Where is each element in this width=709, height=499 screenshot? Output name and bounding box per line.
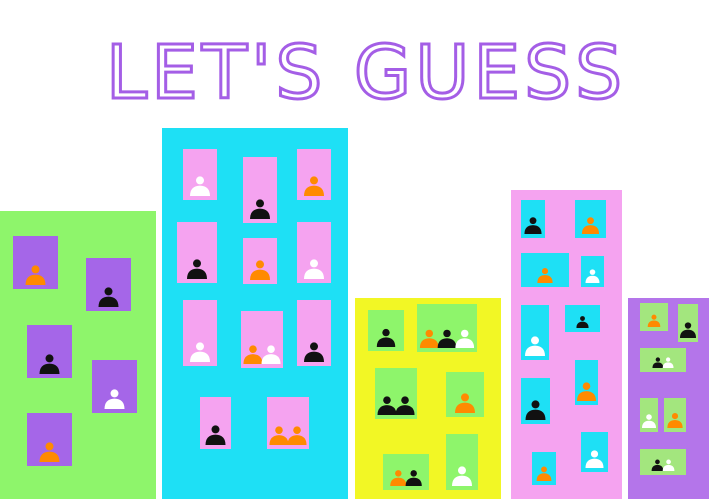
window [446, 434, 478, 490]
pawn-icon [525, 400, 546, 420]
window [678, 304, 698, 342]
window [243, 157, 277, 223]
window [297, 149, 331, 200]
window [640, 398, 658, 432]
window [446, 372, 484, 417]
pawn-icon [525, 336, 545, 356]
pawn-icon [25, 265, 46, 285]
pawn-icon [390, 470, 407, 486]
pawn-icon [536, 466, 552, 481]
pawn-icon [419, 329, 439, 348]
window [581, 256, 604, 287]
window [640, 348, 686, 372]
pawn-icon [581, 217, 600, 234]
window [521, 305, 549, 360]
pawn-icon [662, 357, 674, 368]
pawn-icon [662, 459, 675, 471]
pawn-icon [652, 357, 664, 368]
cyan-building [162, 128, 348, 499]
pawn-icon [98, 287, 119, 307]
pawn-icon [187, 259, 207, 279]
window [200, 397, 231, 449]
pawn-icon [437, 329, 457, 348]
pawn-icon [190, 176, 210, 196]
pawn-icon [39, 442, 60, 462]
yellow-building [355, 298, 501, 499]
window [297, 222, 331, 283]
window [640, 303, 668, 331]
pawn-icon [524, 217, 542, 234]
pawn-icon [537, 268, 553, 283]
building-wall [355, 298, 501, 499]
window [13, 236, 58, 289]
green-building [0, 211, 156, 499]
window [575, 360, 598, 405]
window [241, 311, 283, 368]
pawn-icon [376, 328, 396, 347]
window [575, 200, 606, 238]
window [243, 238, 277, 284]
pawn-icon [304, 176, 324, 196]
pawn-icon [667, 413, 683, 428]
pawn-icon [205, 425, 226, 445]
window [417, 304, 477, 352]
window [183, 149, 217, 200]
pawn-icon [261, 345, 281, 364]
window [383, 454, 429, 490]
title-logo: LET'S GUESS [104, 29, 626, 118]
pawn-icon [452, 466, 472, 486]
pawn-icon [405, 470, 422, 486]
window [183, 300, 217, 366]
pawn-icon [104, 389, 125, 409]
window [521, 378, 550, 424]
pawn-icon [190, 342, 210, 362]
window [27, 325, 72, 378]
pawn-icon [455, 329, 475, 348]
window [640, 449, 686, 475]
page-title: LET'S GUESS [106, 30, 626, 116]
window [27, 413, 72, 466]
window [297, 300, 331, 366]
pawn-icon [585, 450, 604, 468]
window [86, 258, 131, 311]
pawn-icon [642, 414, 656, 428]
pawn-icon [243, 345, 263, 364]
window [565, 305, 600, 332]
pawn-icon [250, 199, 270, 219]
purple-building [628, 298, 709, 499]
pawn-icon [377, 396, 397, 415]
pawn-icon [39, 354, 60, 374]
window [368, 310, 404, 351]
window [521, 253, 569, 287]
pawn-icon [304, 259, 324, 279]
pawn-icon [585, 269, 600, 283]
window [375, 368, 417, 419]
pawn-icon [680, 322, 696, 338]
building-wall [511, 190, 622, 499]
window [177, 222, 217, 283]
pawn-icon [651, 459, 664, 471]
pawn-icon [287, 426, 307, 445]
building-wall [0, 211, 156, 499]
pawn-icon [250, 260, 270, 280]
building-wall [162, 128, 348, 499]
pawn-icon [576, 316, 589, 328]
window [521, 200, 545, 238]
pawn-icon [304, 342, 324, 362]
window [532, 452, 556, 485]
pawn-icon [395, 396, 415, 415]
pawn-icon [577, 382, 596, 401]
pink-building [511, 190, 622, 499]
pawn-icon [269, 426, 289, 445]
window [581, 432, 608, 472]
pawn-icon [455, 393, 475, 413]
pawn-icon [647, 314, 661, 327]
window [664, 398, 686, 432]
window [267, 397, 309, 449]
window [92, 360, 137, 413]
building-wall [628, 298, 709, 499]
